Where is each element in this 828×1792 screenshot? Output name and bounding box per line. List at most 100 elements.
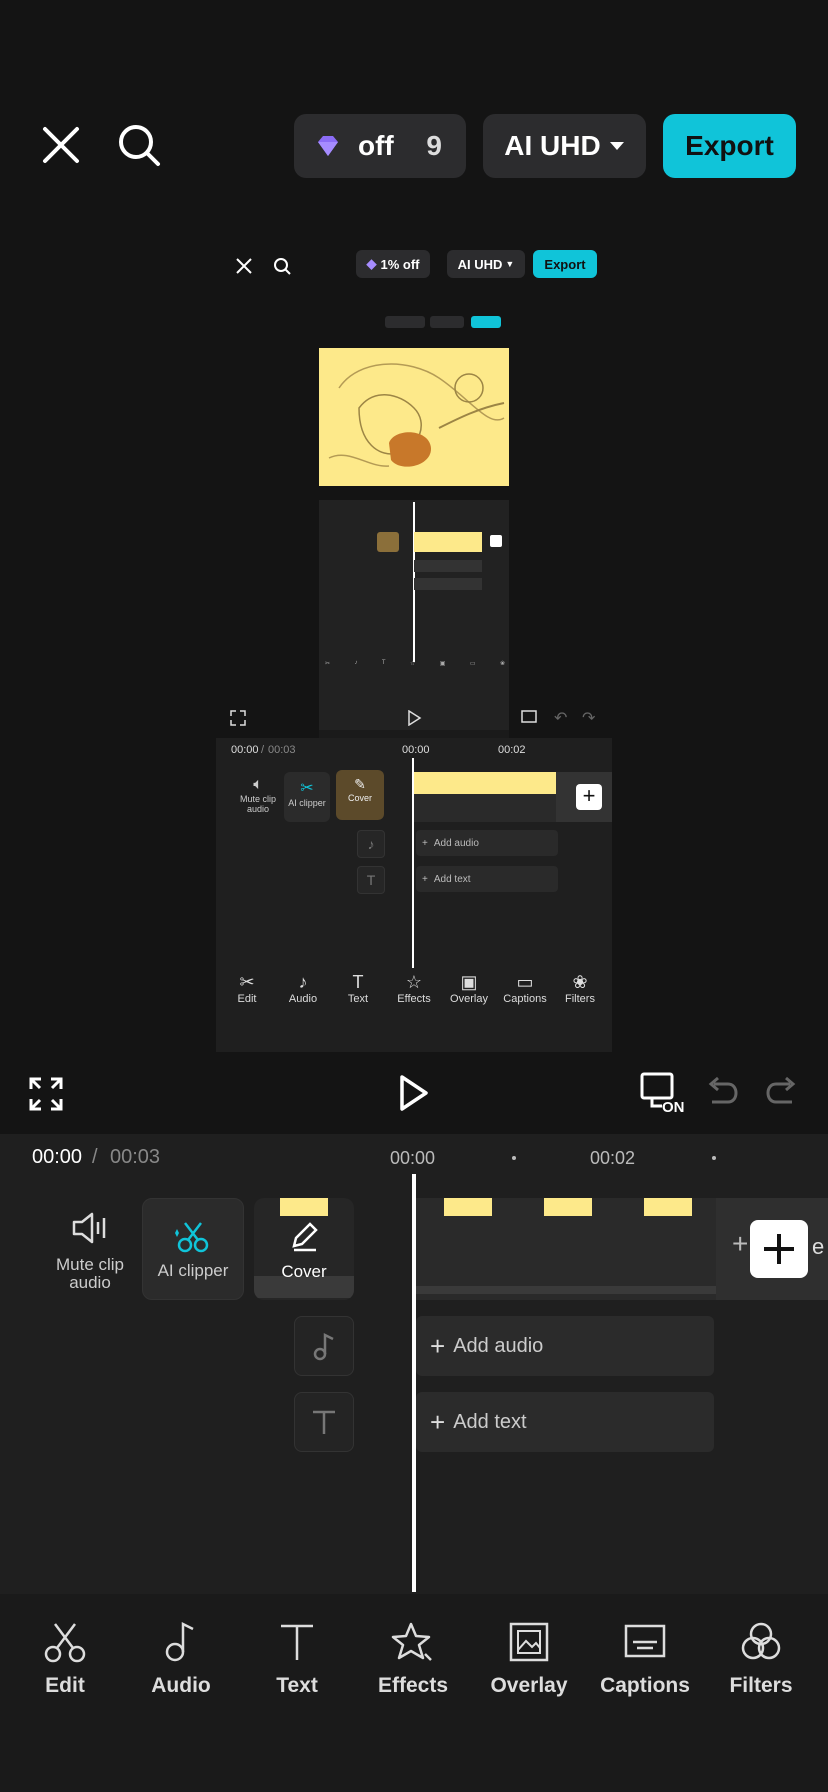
video-preview[interactable]: ◆ 1% off AI UHD ▼ Export ✂ ♪ T ☆ ▣ ▭ ❀ ↶ ↷ 00:0… — [0, 210, 828, 1062]
micro-pill — [430, 316, 464, 328]
close-icon[interactable] — [36, 120, 86, 170]
mini-export-button: Export — [533, 250, 597, 278]
mini-ruler-1: 00:02 — [498, 744, 526, 756]
add-text-label: Add text — [453, 1410, 527, 1433]
mini-play-icon — [408, 710, 422, 726]
tool-effects[interactable]: Effects — [358, 1620, 468, 1698]
tool-captions[interactable]: Captions — [590, 1620, 700, 1698]
text-track-button[interactable] — [294, 1392, 354, 1452]
tool-overlay[interactable]: Overlay — [474, 1620, 584, 1698]
mini-time-current: 00:00 — [231, 744, 259, 756]
mini-close-icon — [236, 258, 252, 274]
mini-ruler-0: 00:00 — [402, 744, 430, 756]
micro-cover — [377, 532, 399, 552]
time-total: 00:03 — [110, 1146, 161, 1168]
mini-add-clip-area: + — [556, 772, 612, 822]
mute-clip-audio-label: Mute clip audio — [55, 1255, 125, 1292]
micro-pill — [385, 316, 425, 328]
add-audio-row[interactable]: + Add audio — [416, 1316, 714, 1376]
mini-cover: ✎ Cover — [336, 770, 384, 820]
tool-text[interactable]: Text — [242, 1620, 352, 1698]
tool-edit[interactable]: Edit — [10, 1620, 120, 1698]
add-audio-label: Add audio — [453, 1334, 544, 1357]
mini-ai-clipper-icon: ✂ — [300, 780, 314, 797]
mini-pro-pill: ◆ 1% off — [356, 250, 430, 278]
cartoon-image — [319, 348, 509, 486]
scissors-icon — [44, 1623, 86, 1663]
clip-thumbnail[interactable] — [516, 1198, 616, 1300]
time-separator: / — [92, 1146, 98, 1168]
mini-ai-clipper: ✂ AI clipper — [284, 772, 330, 822]
clip-thumb-bar — [516, 1286, 616, 1294]
text-icon — [313, 1410, 335, 1434]
mini-speaker-icon: 🔈︎ — [253, 776, 263, 793]
preview-quality-icon[interactable]: ON — [640, 1072, 686, 1119]
tool-captions-label: Captions — [600, 1674, 690, 1697]
resolution-label: AI UHD — [504, 130, 601, 161]
mini-time-sep: / — [261, 744, 265, 756]
cover-button[interactable]: Cover — [254, 1198, 354, 1300]
tool-effects-label: Effects — [377, 1674, 449, 1697]
search-icon[interactable] — [114, 120, 164, 170]
caret-down-icon — [609, 142, 624, 150]
play-icon[interactable] — [398, 1074, 430, 1117]
add-text-plus-icon: + — [430, 1406, 446, 1437]
playhead[interactable] — [412, 1174, 416, 1592]
ruler-dot — [712, 1156, 716, 1160]
gem-icon — [318, 136, 338, 156]
plus-icon — [764, 1234, 794, 1264]
mini-tool-text: T Text — [347, 972, 369, 1005]
add-clip-partial-label: e — [812, 1234, 825, 1259]
undo-icon[interactable] — [706, 1076, 738, 1111]
speaker-icon — [72, 1212, 106, 1244]
mini-music-note-icon: ♪ — [357, 830, 385, 858]
tool-audio[interactable]: Audio — [126, 1620, 236, 1698]
mini-tool-filters: ❀ Filters — [565, 972, 595, 1005]
mini-monitor-icon — [521, 710, 537, 723]
audio-track-button[interactable] — [294, 1316, 354, 1376]
pro-count-text: 9 — [426, 130, 442, 161]
music-note-icon — [313, 1332, 334, 1361]
clip-thumbnail[interactable] — [616, 1198, 716, 1300]
mini-tool-overlay: ▣ Overlay — [450, 972, 488, 1005]
mini-tool-captions: ▭ Captions — [503, 972, 547, 1005]
overlay-icon — [509, 1622, 549, 1662]
add-clip-button[interactable] — [750, 1220, 808, 1278]
add-clip-area[interactable]: + e — [716, 1198, 828, 1300]
clip-thumb-bar — [416, 1286, 516, 1294]
tool-edit-label: Edit — [45, 1674, 85, 1697]
tool-filters-label: Filters — [729, 1674, 793, 1697]
export-button[interactable]: Export — [663, 114, 796, 178]
tool-filters[interactable]: Filters — [706, 1620, 816, 1698]
mini-time-total: 00:03 — [268, 744, 296, 756]
micro-export — [471, 316, 501, 328]
mini-clip-strip-dark — [414, 794, 556, 822]
fullscreen-icon[interactable] — [28, 1076, 64, 1117]
add-clip-plus-small: + — [732, 1228, 749, 1259]
captions-icon — [624, 1624, 666, 1658]
mini-search-icon — [274, 258, 291, 275]
add-audio-plus-icon: + — [430, 1330, 446, 1361]
mini-resolution-label: AI UHD — [457, 256, 503, 272]
mute-clip-audio-button[interactable]: Mute clip audio — [50, 1210, 130, 1292]
resolution-dropdown[interactable]: AI UHD — [483, 114, 646, 178]
clip-thumbnail[interactable] — [416, 1198, 516, 1300]
filters-icon — [741, 1622, 781, 1660]
text-icon — [281, 1624, 313, 1660]
pro-discount-text: off — [358, 130, 394, 161]
mini-resolution-pill: AI UHD ▼ — [447, 250, 525, 278]
ai-clipper-button[interactable]: AI clipper — [142, 1198, 244, 1300]
mini-undo-icon: ↶ — [554, 710, 568, 727]
pro-offer-button[interactable]: off 9 — [294, 114, 466, 178]
micro-clip — [414, 532, 482, 552]
star-icon — [391, 1622, 432, 1661]
mini-gem-icon: ◆ — [366, 256, 377, 271]
mini-add-audio-row: + Add audio — [416, 830, 558, 856]
add-text-row[interactable]: + Add text — [416, 1392, 714, 1452]
ruler-label-1: 00:02 — [590, 1148, 636, 1168]
clip-thumb-bar — [616, 1286, 716, 1294]
micro-text-row — [414, 578, 482, 590]
cover-label: Cover — [281, 1262, 327, 1281]
redo-icon[interactable] — [766, 1076, 798, 1111]
micro-toolbar: ✂ ♪ T ☆ ▣ ▭ ❀ — [325, 660, 505, 667]
